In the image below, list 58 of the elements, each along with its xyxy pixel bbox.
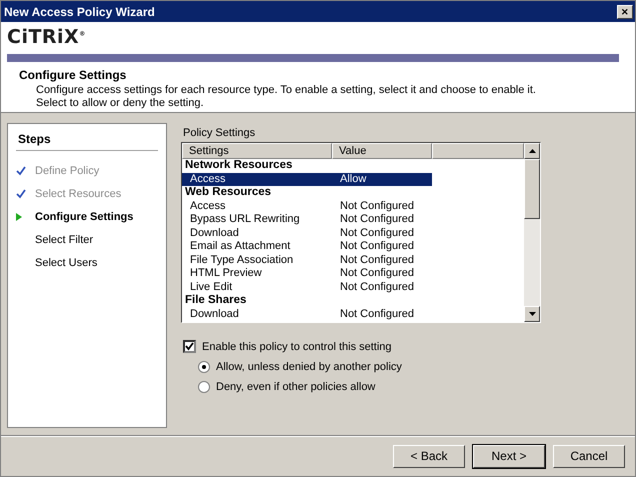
scroll-thumb[interactable] <box>524 159 540 219</box>
radio-label[interactable]: Deny, even if other policies allow <box>216 381 376 393</box>
setting-row[interactable]: Access Not Configured <box>182 200 432 213</box>
setting-row[interactable]: Bypass URL Rewriting Not Configured <box>182 213 432 226</box>
setting-row[interactable]: Download Not Configured <box>182 308 432 321</box>
scroll-down-icon[interactable] <box>524 306 540 322</box>
setting-row[interactable]: HTML Preview Not Configured <box>182 267 432 280</box>
steps-title: Steps <box>16 132 158 151</box>
group-heading[interactable]: File Shares <box>182 294 524 308</box>
scrollbar[interactable] <box>524 143 540 322</box>
setting-name: Download <box>189 226 240 240</box>
radio-label[interactable]: Allow, unless denied by another policy <box>216 361 402 373</box>
setting-name: Access <box>189 200 226 213</box>
setting-name: Download <box>189 308 240 321</box>
enable-checkbox[interactable] <box>183 340 196 353</box>
setting-name: Live Edit <box>189 280 234 294</box>
setting-name: File Type Association <box>189 254 294 267</box>
setting-value: Not Configured <box>339 240 414 254</box>
setting-name: Bypass URL Rewriting <box>189 213 301 226</box>
policy-settings-label: Policy Settings <box>183 127 256 139</box>
step-label: Select Resources <box>35 188 122 200</box>
setting-name: HTML Preview <box>189 267 263 280</box>
setting-value: Not Configured <box>339 267 414 280</box>
setting-value: Not Configured <box>339 254 414 267</box>
setting-value: Not Configured <box>339 226 414 240</box>
settings-list[interactable] <box>181 142 541 323</box>
setting-value: Allow <box>339 172 366 186</box>
radio-button[interactable] <box>198 381 210 393</box>
setting-row[interactable]: Email as Attachment Not Configured <box>182 240 432 254</box>
column-header[interactable]: Value <box>332 143 432 159</box>
setting-row[interactable]: Download Not Configured <box>182 226 432 240</box>
checkbox-label[interactable]: Enable this policy to control this setting <box>202 340 392 352</box>
setting-row[interactable]: Access Allow <box>182 172 432 186</box>
setting-value: Not Configured <box>339 308 414 321</box>
wizard-button[interactable]: Cancel <box>553 444 625 468</box>
logo: CiTRiX$^{®}$ <box>7 26 86 50</box>
setting-value: Not Configured <box>339 280 414 294</box>
step-label: Configure Settings <box>35 210 134 222</box>
setting-name: Email as Attachment <box>189 240 292 254</box>
setting-row[interactable]: Live Edit Not Configured <box>182 280 432 294</box>
group-heading[interactable]: Web Resources <box>182 186 524 200</box>
wizard-button[interactable]: < Back <box>393 444 465 468</box>
setting-value: Not Configured <box>339 213 414 226</box>
group-heading[interactable]: Network Resources <box>182 159 524 172</box>
setting-value: Not Configured <box>339 200 414 213</box>
scroll-up-icon[interactable] <box>524 143 540 159</box>
page-description: Configure access settings for each resource type. To enable a setting, select it and choose to enable it. Select to allow or deny the setting. <box>36 84 537 110</box>
column-header[interactable]: Settings <box>182 143 332 159</box>
setting-row[interactable]: File Type Association Not Configured <box>182 254 432 267</box>
step-label: Select Filter <box>35 234 94 246</box>
step-label: Select Users <box>35 256 98 268</box>
setting-name: Access <box>189 172 226 186</box>
wizard-button[interactable]: Next > <box>473 444 545 468</box>
step-label: Define Policy <box>35 164 100 176</box>
window-title: New Access Policy Wizard <box>4 4 155 18</box>
close-button[interactable]: ✕ <box>617 4 633 18</box>
page-title: Configure Settings <box>19 68 128 82</box>
radio-button[interactable] <box>198 361 210 373</box>
